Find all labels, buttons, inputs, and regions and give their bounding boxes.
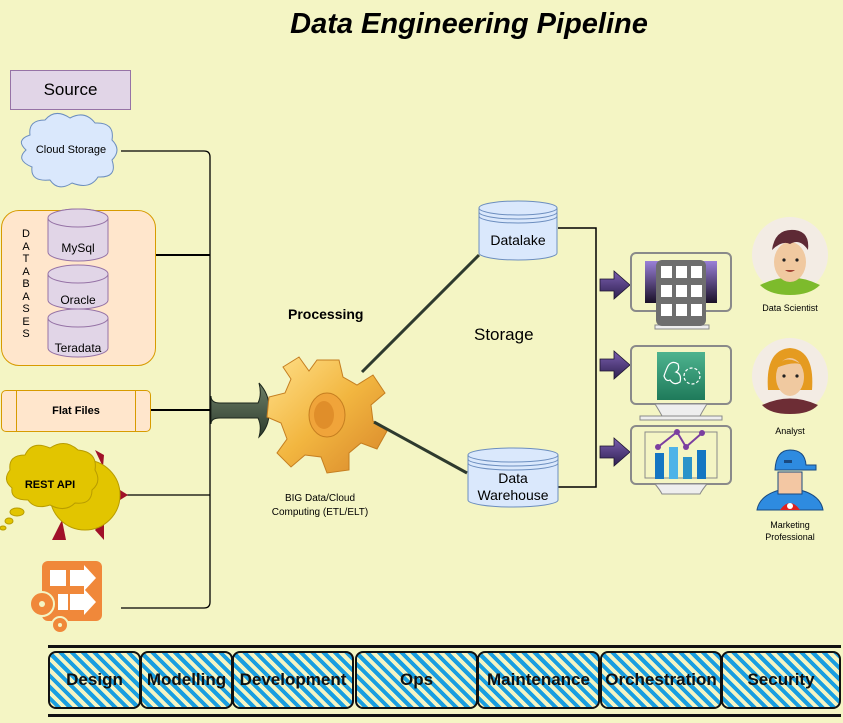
databases-vertical-label: D A T A B A S E S [20, 228, 32, 341]
phase-modelling[interactable]: Modelling [140, 651, 233, 709]
db-letter: A [22, 265, 30, 278]
db-letter: B [22, 278, 30, 290]
monitor-bar-chart-icon [630, 425, 732, 495]
db-letter: A [22, 240, 30, 253]
db-letter: S [22, 303, 30, 315]
warehouse-label-line1: Data [498, 470, 528, 486]
etl-tool-icon [29, 561, 102, 634]
datalake-cylinder [478, 200, 558, 261]
flat-files-label: Flat Files [52, 405, 100, 417]
marketing-professional-avatar-icon [756, 449, 824, 511]
rest-api-shape [0, 443, 128, 540]
monitor-app-grid-icon [630, 252, 732, 330]
db-letter: S [22, 328, 30, 340]
ingest-arrow [210, 382, 270, 439]
role-marketing-line2: Professional [765, 532, 815, 542]
data-scientist-avatar-icon [752, 217, 828, 295]
page-title: Data Engineering Pipeline [290, 8, 648, 40]
flat-files-box: Flat Files [1, 390, 151, 432]
phase-security[interactable]: Security [721, 651, 841, 709]
monitor-ml-brain-icon [630, 345, 732, 421]
phase-design[interactable]: Design [48, 651, 141, 709]
source-header: Source [10, 70, 131, 110]
processing-caption: BIG Data/Cloud Computing (ETL/ELT) [255, 492, 385, 520]
phase-maintenance[interactable]: Maintenance [477, 651, 600, 709]
db-teradata: Teradata [54, 341, 102, 355]
db-letter: D [22, 228, 30, 240]
db-mysql: MySql [61, 241, 95, 255]
analyst-avatar-icon [752, 338, 828, 414]
db-letter: A [22, 290, 30, 303]
phase-bar-bottom-line [48, 714, 841, 717]
role-analyst: Analyst [775, 426, 805, 436]
phase-ops[interactable]: Ops [355, 651, 478, 709]
processing-caption-line2: Computing (ETL/ELT) [271, 507, 369, 518]
role-data-scientist: Data Scientist [762, 303, 818, 313]
cloud-storage-label: Cloud Storage [35, 144, 107, 156]
db-letter: E [22, 315, 30, 328]
datalake-label: Datalake [490, 232, 546, 248]
processing-caption-line1: BIG Data/Cloud [284, 493, 356, 504]
warehouse-label-line2: Warehouse [477, 487, 549, 503]
db-oracle: Oracle [60, 293, 96, 307]
connector-to-datalake [360, 253, 481, 374]
rest-api-label: REST API [24, 479, 76, 491]
processing-header: Processing [288, 306, 364, 322]
phase-orchestration[interactable]: Orchestration [600, 651, 722, 709]
consumer-arrows [599, 270, 631, 467]
storage-bus-connector [558, 227, 597, 488]
connector-to-warehouse [373, 420, 468, 475]
warehouse-label: Data Warehouse [468, 470, 558, 504]
processing-gear-icon [266, 356, 388, 474]
role-marketing-professional: Marketing Professional [745, 519, 835, 543]
role-marketing-line1: Marketing [770, 520, 810, 530]
db-letter: T [22, 253, 30, 265]
storage-header: Storage [474, 325, 534, 344]
phase-development[interactable]: Development [232, 651, 354, 709]
phase-bar-top-line [48, 645, 841, 648]
